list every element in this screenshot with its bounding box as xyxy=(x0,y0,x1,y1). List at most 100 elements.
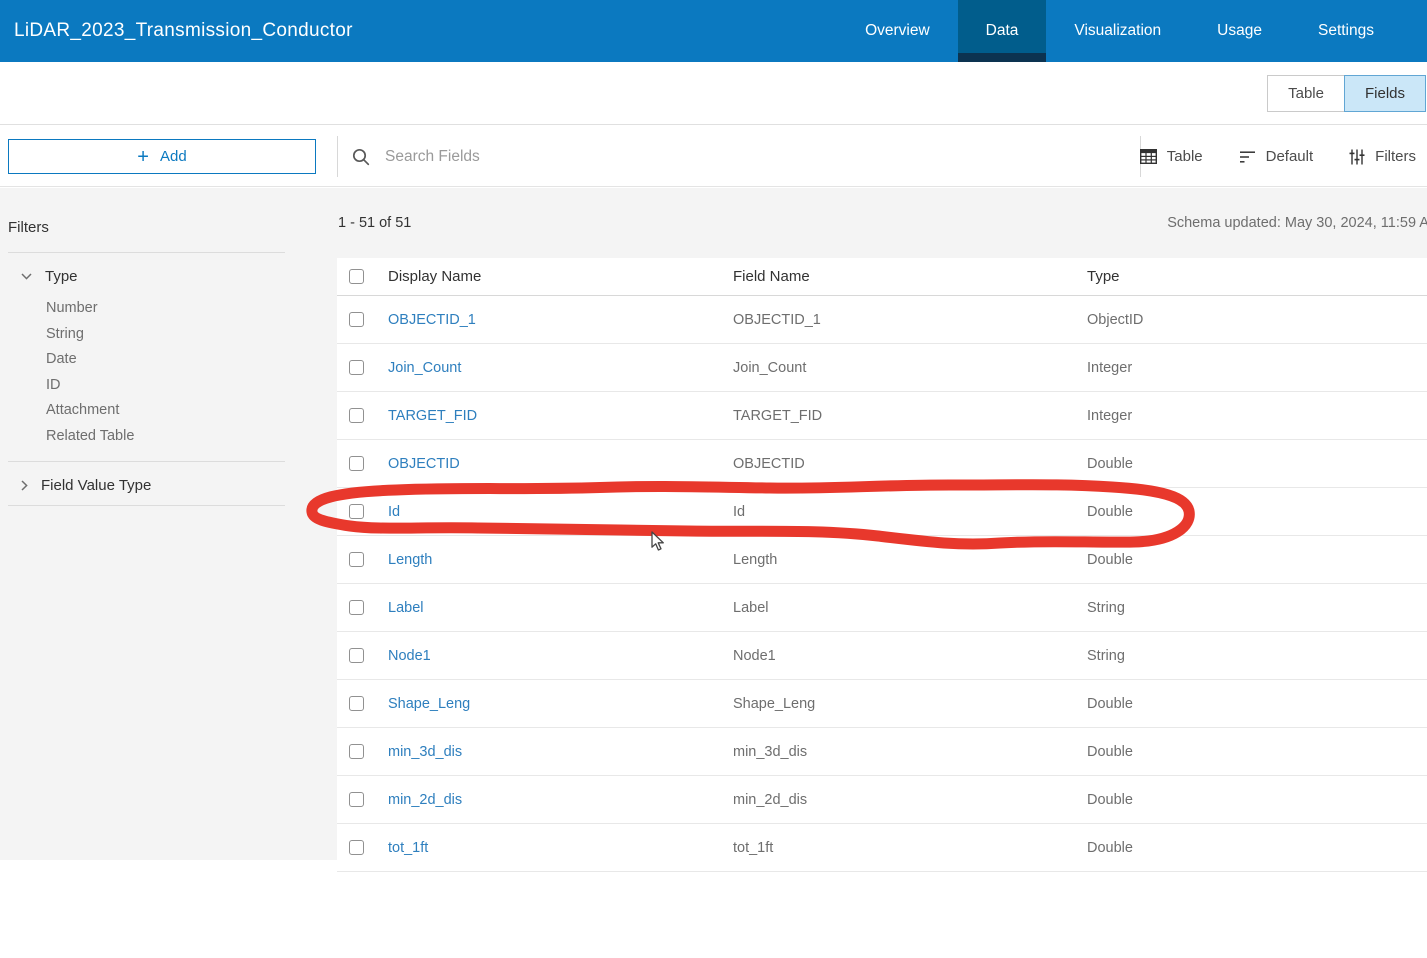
sliders-icon xyxy=(1349,149,1365,165)
filter-item[interactable]: ID xyxy=(46,373,285,399)
field-name-cell: Shape_Leng xyxy=(733,696,1087,712)
content-area: Filters Type Number String Date ID Attac… xyxy=(0,188,1427,860)
row-checkbox[interactable] xyxy=(349,696,364,711)
table-row: Shape_Leng Shape_Leng Double xyxy=(337,680,1427,728)
row-checkbox[interactable] xyxy=(349,648,364,663)
app-header: LiDAR_2023_Transmission_Conductor Overvi… xyxy=(0,0,1427,62)
add-button-label: Add xyxy=(160,148,187,165)
table-grid-icon xyxy=(1140,149,1157,164)
filters-button-label: Filters xyxy=(1375,148,1416,165)
field-display-name-link[interactable]: OBJECTID xyxy=(388,456,460,472)
view-toggle-button[interactable]: Table xyxy=(1267,75,1345,112)
field-type-cell: Double xyxy=(1087,840,1427,856)
row-checkbox[interactable] xyxy=(349,792,364,807)
select-all-checkbox[interactable] xyxy=(349,269,364,284)
field-display-name-link[interactable]: min_3d_dis xyxy=(388,744,462,760)
field-type-cell: Double xyxy=(1087,504,1427,520)
field-name-cell: TARGET_FID xyxy=(733,408,1087,424)
item-title: LiDAR_2023_Transmission_Conductor xyxy=(14,20,353,42)
row-checkbox[interactable] xyxy=(349,552,364,567)
row-checkbox[interactable] xyxy=(349,840,364,855)
field-type-cell: Double xyxy=(1087,744,1427,760)
filter-group-field-value-type[interactable]: Field Value Type xyxy=(8,462,285,505)
table-row: OBJECTID_1 OBJECTID_1 ObjectID xyxy=(337,296,1427,344)
field-type-cell: Double xyxy=(1087,696,1427,712)
header-tab[interactable]: Settings xyxy=(1290,0,1402,62)
field-name-cell: min_2d_dis xyxy=(733,792,1087,808)
row-checkbox[interactable] xyxy=(349,312,364,327)
field-display-name-link[interactable]: Id xyxy=(388,504,400,520)
table-fields-toggle: Table Fields xyxy=(1267,75,1426,112)
table-row: min_2d_dis min_2d_dis Double xyxy=(337,776,1427,824)
field-display-name-link[interactable]: Node1 xyxy=(388,648,431,664)
field-display-name-link[interactable]: TARGET_FID xyxy=(388,408,477,424)
fields-main: 1 - 51 of 51 Schema updated: May 30, 202… xyxy=(337,188,1427,860)
chevron-down-icon xyxy=(21,273,32,280)
fields-toolbar: + Add Table Default Filters xyxy=(0,126,1427,187)
header-tab[interactable]: Overview xyxy=(837,0,958,62)
filters-button[interactable]: Filters xyxy=(1349,148,1416,165)
field-display-name-link[interactable]: min_2d_dis xyxy=(388,792,462,808)
header-tab[interactable]: Visualization xyxy=(1046,0,1189,62)
table-meta: 1 - 51 of 51 Schema updated: May 30, 202… xyxy=(337,188,1427,258)
header-tab[interactable]: Data xyxy=(958,0,1047,62)
field-name-cell: tot_1ft xyxy=(733,840,1087,856)
field-name-cell: Node1 xyxy=(733,648,1087,664)
table-row: TARGET_FID TARGET_FID Integer xyxy=(337,392,1427,440)
field-name-cell: Label xyxy=(733,600,1087,616)
view-toggle-button[interactable]: Fields xyxy=(1344,75,1426,112)
field-display-name-link[interactable]: Shape_Leng xyxy=(388,696,470,712)
column-header-field-name: Field Name xyxy=(733,268,1087,285)
fields-table-card: Display Name Field Name Type OBJECTID_1 … xyxy=(337,258,1427,958)
row-checkbox[interactable] xyxy=(349,456,364,471)
search-icon xyxy=(352,148,370,166)
field-name-cell: min_3d_dis xyxy=(733,744,1087,760)
row-checkbox[interactable] xyxy=(349,360,364,375)
filter-group-type[interactable]: Type xyxy=(8,253,285,296)
field-type-cell: String xyxy=(1087,600,1427,616)
field-display-name-link[interactable]: Length xyxy=(388,552,432,568)
filter-group-label: Type xyxy=(45,268,78,285)
field-type-cell: ObjectID xyxy=(1087,312,1427,328)
filters-sidebar: Filters Type Number String Date ID Attac… xyxy=(8,188,285,506)
table-header-row: Display Name Field Name Type xyxy=(337,258,1427,296)
filter-item[interactable]: Number xyxy=(46,296,285,322)
filter-item[interactable]: String xyxy=(46,322,285,348)
table-view-button[interactable]: Table xyxy=(1140,148,1203,165)
filter-item[interactable]: Attachment xyxy=(46,398,285,424)
row-checkbox[interactable] xyxy=(349,408,364,423)
search-field-wrap xyxy=(352,126,805,187)
table-row: Label Label String xyxy=(337,584,1427,632)
header-tabs: Overview Data Visualization Usage Settin… xyxy=(837,0,1427,62)
field-display-name-link[interactable]: Join_Count xyxy=(388,360,461,376)
field-display-name-link[interactable]: OBJECTID_1 xyxy=(388,312,476,328)
field-display-name-link[interactable]: tot_1ft xyxy=(388,840,428,856)
filter-item[interactable]: Related Table xyxy=(46,424,285,450)
subheader-bar: Table Fields xyxy=(0,62,1427,125)
default-sort-button[interactable]: Default xyxy=(1239,148,1314,165)
field-display-name-link[interactable]: Label xyxy=(388,600,423,616)
field-name-cell: Length xyxy=(733,552,1087,568)
field-type-cell: String xyxy=(1087,648,1427,664)
toolbar-divider xyxy=(337,136,338,177)
column-header-type: Type xyxy=(1087,268,1427,285)
filters-panel-title: Filters xyxy=(8,188,285,252)
field-type-cell: Double xyxy=(1087,792,1427,808)
row-checkbox[interactable] xyxy=(349,504,364,519)
header-tab[interactable]: Usage xyxy=(1189,0,1290,62)
table-row: Node1 Node1 String xyxy=(337,632,1427,680)
table-row: OBJECTID OBJECTID Double xyxy=(337,440,1427,488)
default-sort-label: Default xyxy=(1266,148,1314,165)
record-range: 1 - 51 of 51 xyxy=(338,215,411,231)
row-checkbox[interactable] xyxy=(349,744,364,759)
filter-item[interactable]: Date xyxy=(46,347,285,373)
table-row: tot_1ft tot_1ft Double xyxy=(337,824,1427,872)
add-field-button[interactable]: + Add xyxy=(8,139,316,174)
field-type-cell: Double xyxy=(1087,552,1427,568)
row-checkbox[interactable] xyxy=(349,600,364,615)
plus-icon: + xyxy=(137,147,149,167)
field-name-cell: OBJECTID xyxy=(733,456,1087,472)
sidebar-divider xyxy=(8,505,285,506)
search-input[interactable] xyxy=(385,148,805,166)
field-name-cell: Join_Count xyxy=(733,360,1087,376)
